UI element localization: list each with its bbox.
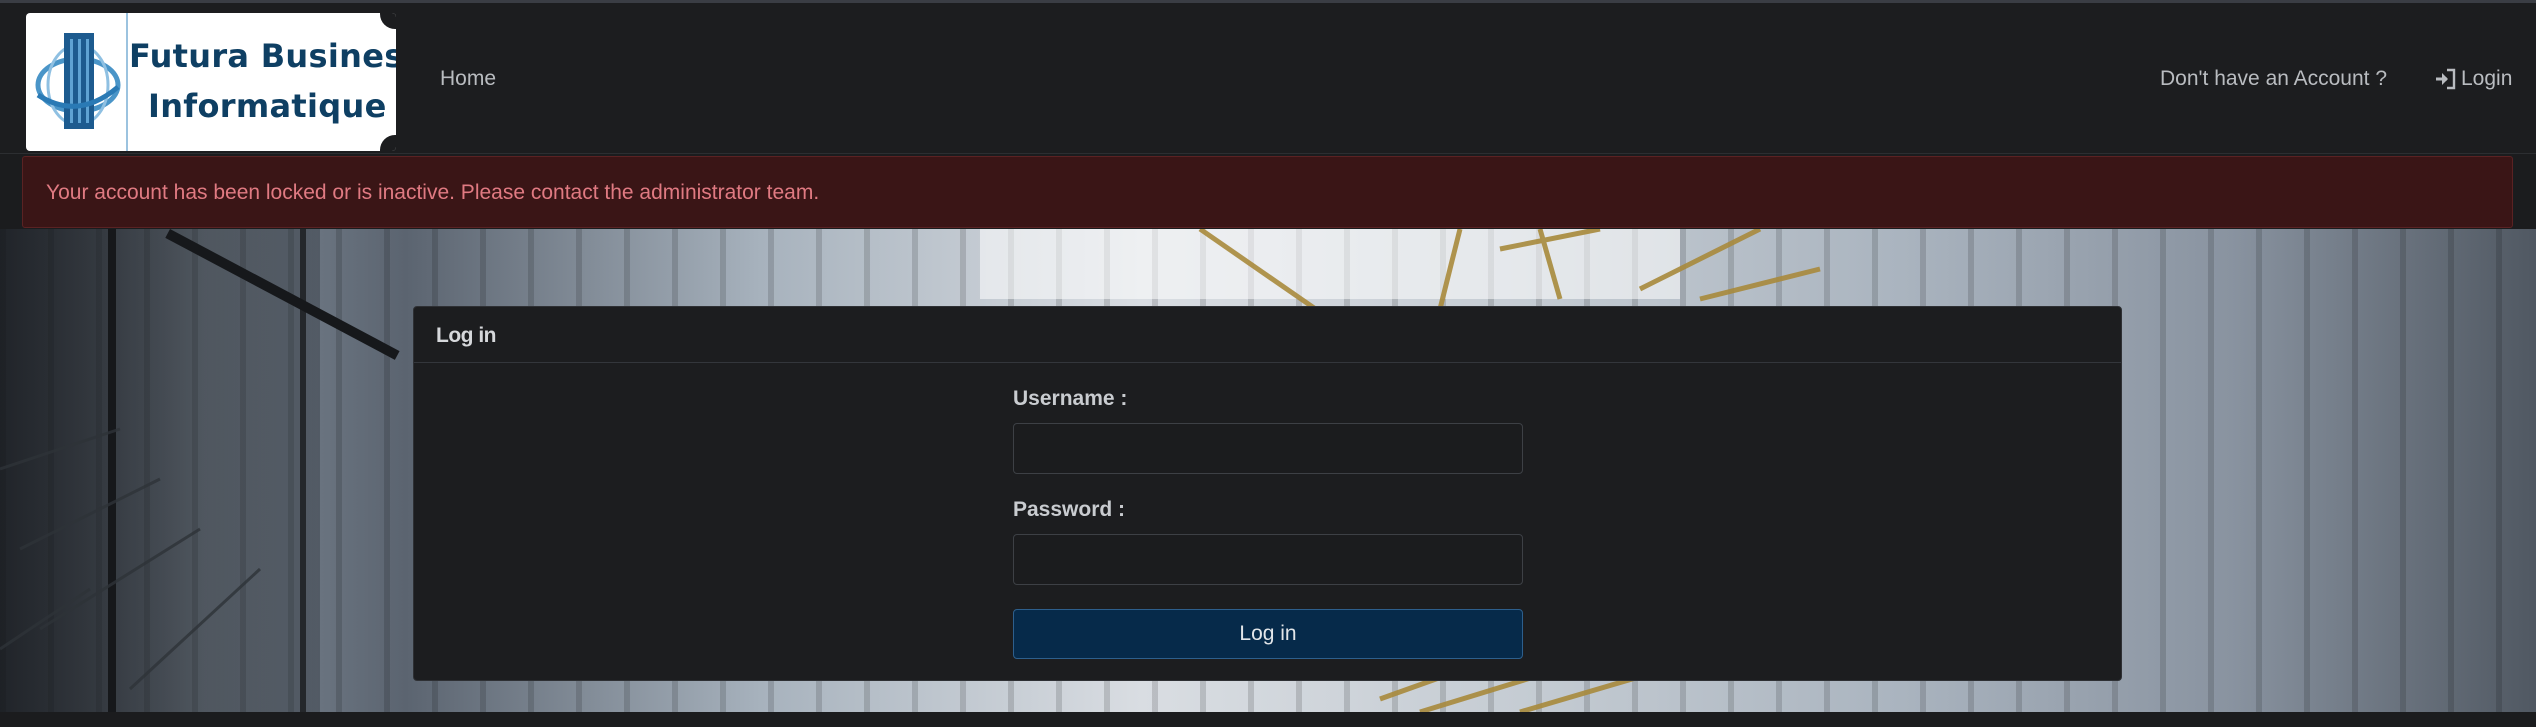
footer-bar	[0, 712, 2536, 727]
brand-name-line1: Futura Business	[129, 37, 396, 75]
building-globe-icon	[35, 33, 121, 129]
navbar: Futura Business Informatique Home Don't …	[0, 0, 2536, 154]
alert-message: Your account has been locked or is inact…	[46, 181, 820, 204]
nav-login-link[interactable]: Login	[2433, 67, 2512, 91]
brand-logo[interactable]: Futura Business Informatique	[26, 13, 396, 151]
nav-signup-link[interactable]: Don't have an Account ?	[2160, 67, 2387, 91]
error-alert: Your account has been locked or is inact…	[22, 156, 2513, 228]
username-label: Username :	[1013, 387, 1128, 410]
password-label: Password :	[1013, 498, 1126, 521]
nav-home-link[interactable]: Home	[440, 67, 496, 91]
username-input[interactable]	[1013, 423, 1523, 474]
card-title: Log in	[436, 324, 496, 347]
card-header: Log in	[414, 307, 2121, 363]
login-submit-button[interactable]: Log in	[1013, 609, 1523, 659]
logo-divider	[126, 13, 128, 151]
nav-login-label: Login	[2461, 67, 2513, 90]
sign-in-icon	[2436, 68, 2456, 90]
logo-notch	[380, 13, 396, 29]
login-card: Log in Username : Password : Log in	[413, 306, 2122, 681]
brand-name-line2: Informatique	[148, 87, 387, 125]
password-input[interactable]	[1013, 534, 1523, 585]
logo-notch	[380, 135, 396, 151]
